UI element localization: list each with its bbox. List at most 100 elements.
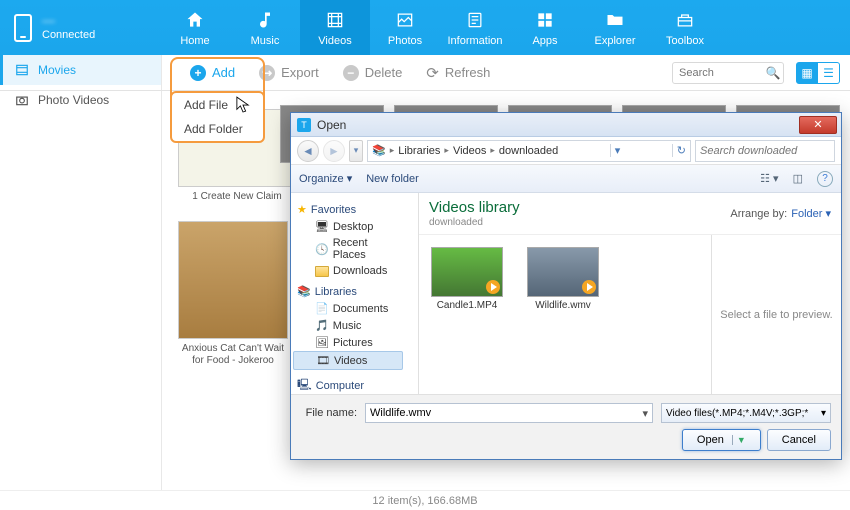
filename-combo[interactable]: Wildlife.wmv▾ (365, 403, 653, 423)
dialog-titlebar[interactable]: T Open ✕ (291, 113, 841, 137)
nav-explorer[interactable]: Explorer (580, 0, 650, 55)
breadcrumb-videos[interactable]: Videos (449, 145, 490, 157)
nav-apps[interactable]: Apps (510, 0, 580, 55)
search-input[interactable] (673, 67, 763, 79)
video-card-cat[interactable]: Anxious Cat Can't Wait for Food - Jokero… (178, 221, 288, 367)
view-toggle: ▦ ☰ (796, 62, 840, 84)
library-title: Videos library (429, 199, 520, 216)
file-wildlife[interactable]: Wildlife.wmv (527, 247, 599, 382)
cancel-button[interactable]: Cancel (767, 429, 831, 451)
nav-videos[interactable]: Videos (300, 0, 370, 55)
cursor-icon (236, 96, 250, 117)
nav-music[interactable]: Music (230, 0, 300, 55)
dialog-close-button[interactable]: ✕ (799, 116, 837, 134)
file-grid: Candle1.MP4 Wildlife.wmv (419, 235, 711, 394)
dialog-footer: File name: Wildlife.wmv▾ Video files(*.M… (291, 394, 841, 459)
plus-icon: + (190, 65, 206, 81)
dialog-search-input[interactable] (700, 145, 830, 157)
nav-toolbox[interactable]: Toolbox (650, 0, 720, 55)
computer-icon: 🖳 (297, 376, 312, 394)
video-icon (324, 9, 346, 31)
help-button[interactable]: ? (817, 171, 833, 187)
delete-button[interactable]: −Delete (333, 61, 413, 85)
export-icon: ↪ (259, 65, 275, 81)
refresh-button[interactable]: ⟳Refresh (416, 60, 500, 86)
file-thumb (431, 247, 503, 297)
preview-pane: Select a file to preview. (711, 235, 841, 394)
chevron-down-icon[interactable]: ▾ (642, 407, 648, 420)
breadcrumb-downloaded[interactable]: downloaded (495, 145, 562, 157)
folder-icon (315, 266, 329, 277)
nav-back-button[interactable]: ◄ (297, 140, 319, 162)
dialog-app-icon: T (297, 118, 311, 132)
star-icon: ★ (297, 203, 307, 216)
library-subtitle: downloaded (429, 217, 520, 228)
delete-icon: − (343, 65, 359, 81)
status-bar: 12 item(s), 166.68MB (0, 490, 850, 510)
tree-desktop[interactable]: 🖥Desktop (293, 218, 403, 235)
nav-home[interactable]: Home (160, 0, 230, 55)
address-refresh-button[interactable]: ↻ (672, 144, 690, 157)
info-icon (464, 9, 486, 31)
breadcrumb[interactable]: 📚▸ Libraries▸ Videos▸ downloaded ▾ ↻ (367, 140, 691, 162)
apps-icon (534, 9, 556, 31)
music-lib-icon: 🎵 (315, 319, 329, 332)
arrange-label: Arrange by: (730, 208, 787, 220)
open-dialog: T Open ✕ ◄ ► ▾ 📚▸ Libraries▸ Videos▸ dow… (290, 112, 842, 460)
photos-icon (394, 9, 416, 31)
device-panel[interactable]: — Connected (0, 0, 160, 55)
open-split-icon[interactable]: ▼ (732, 435, 746, 445)
tree-libraries[interactable]: 📚Libraries (293, 283, 403, 300)
tree-pictures[interactable]: 🖼Pictures (293, 334, 403, 351)
nav-forward-button[interactable]: ► (323, 140, 345, 162)
list-view-button[interactable]: ☰ (818, 62, 840, 84)
preview-pane-button[interactable]: ◫ (793, 172, 803, 185)
device-name: — (42, 13, 95, 29)
export-button[interactable]: ↪Export (249, 61, 329, 85)
tree-videos[interactable]: 🎞Videos (293, 351, 403, 370)
tree-downloads[interactable]: Downloads (293, 263, 403, 279)
dialog-title: Open (317, 118, 346, 132)
organize-button[interactable]: Organize ▾ (299, 172, 352, 185)
tree-computer[interactable]: 🖳Computer (293, 374, 403, 394)
nav-information[interactable]: Information (440, 0, 510, 55)
search-icon[interactable]: 🔍 (763, 66, 783, 80)
pictures-icon: 🖼 (315, 336, 329, 349)
libraries-icon: 📚 (297, 285, 311, 298)
add-folder-menuitem[interactable]: Add Folder (172, 117, 263, 141)
chevron-down-icon[interactable]: ▾ (821, 408, 826, 419)
nav-history-button[interactable]: ▾ (349, 140, 363, 162)
breadcrumb-dropdown[interactable]: ▾ (610, 144, 625, 157)
arrange-dropdown[interactable]: Folder ▾ (791, 207, 831, 220)
home-icon (184, 9, 206, 31)
camera-icon (14, 93, 30, 107)
view-options-button[interactable]: ☷ ▾ (760, 172, 778, 185)
file-candle[interactable]: Candle1.MP4 (431, 247, 503, 382)
library-header: Videos library downloaded Arrange by: Fo… (419, 193, 841, 235)
file-thumb (527, 247, 599, 297)
breadcrumb-root-icon[interactable]: 📚 (368, 144, 390, 157)
tree-favorites[interactable]: ★Favorites (293, 201, 403, 218)
search-box[interactable]: 🔍 (672, 62, 784, 84)
tree-music[interactable]: 🎵Music (293, 317, 403, 334)
dialog-tree: ★Favorites 🖥Desktop 🕓Recent Places Downl… (291, 193, 419, 394)
video-thumb (178, 221, 288, 339)
nav-photos[interactable]: Photos (370, 0, 440, 55)
filetype-combo[interactable]: Video files(*.MP4;*.M4V;*.3GP;*▾ (661, 403, 831, 423)
refresh-icon: ⟳ (426, 64, 439, 82)
toolbar: +Add ↪Export −Delete ⟳Refresh 🔍 ▦ ☰ (0, 55, 850, 91)
grid-view-button[interactable]: ▦ (796, 62, 818, 84)
new-folder-button[interactable]: New folder (366, 173, 419, 185)
dialog-search[interactable] (695, 140, 835, 162)
device-status: Connected (42, 29, 95, 42)
open-button[interactable]: Open▼ (682, 429, 761, 451)
tree-documents[interactable]: 📄Documents (293, 300, 403, 317)
desktop-icon: 🖥 (315, 220, 329, 233)
add-button[interactable]: +Add (180, 61, 245, 85)
dialog-command-bar: Organize ▾ New folder ☷ ▾ ◫ ? (291, 165, 841, 193)
explorer-icon (604, 9, 626, 31)
tree-recent[interactable]: 🕓Recent Places (293, 235, 403, 263)
phone-icon (14, 14, 32, 42)
add-dropdown: Add File Add Folder (170, 91, 265, 143)
breadcrumb-libraries[interactable]: Libraries (394, 145, 444, 157)
